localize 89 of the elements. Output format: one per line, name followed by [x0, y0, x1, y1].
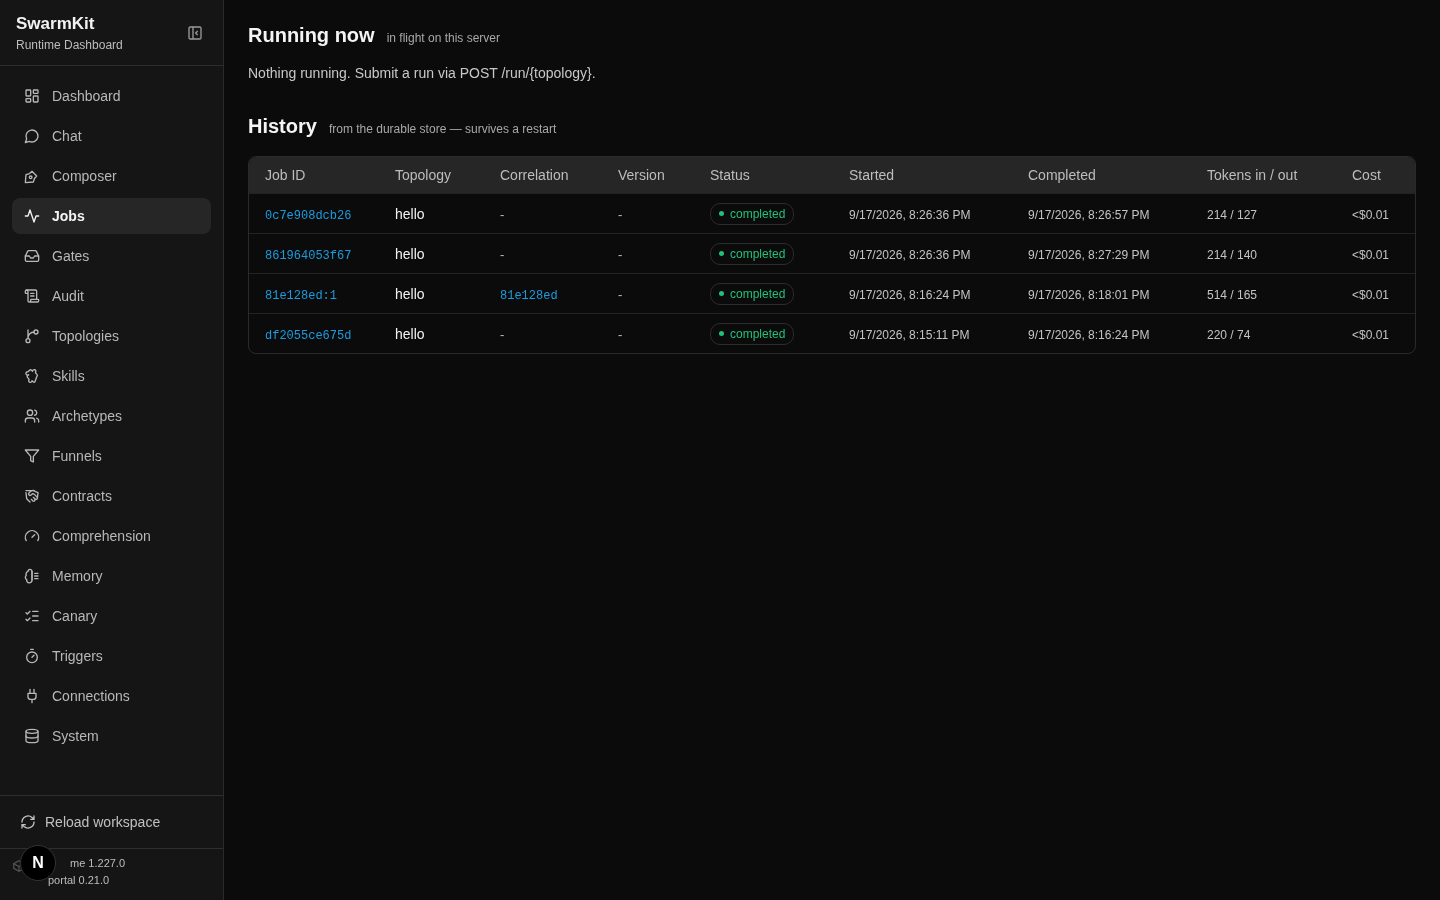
table-cell: 9/17/2026, 8:26:57 PM: [1028, 207, 1150, 222]
column-header: Correlation: [499, 167, 570, 183]
sidebar-item[interactable]: System: [12, 718, 211, 754]
status-badge: completed: [710, 322, 795, 345]
runtime-version: me 1.227.0: [70, 857, 126, 869]
sidebar-item[interactable]: Topologies: [12, 318, 211, 354]
job-id-link[interactable]: 861964053f67: [265, 248, 352, 263]
table-cell: 220 / 74: [1207, 327, 1251, 342]
timer-icon: [24, 648, 40, 664]
table-cell: 9/17/2026, 8:27:29 PM: [1028, 247, 1150, 262]
database-icon: [24, 728, 40, 744]
sidebar-item[interactable]: Dashboard: [12, 78, 211, 114]
table-cell: -: [618, 246, 623, 262]
status-badge: completed: [710, 282, 795, 305]
table-cell: hello: [395, 245, 425, 262]
sidebar-item[interactable]: Comprehension: [12, 518, 211, 554]
table-cell: <$0.01: [1352, 327, 1390, 342]
table-cell: -: [500, 326, 505, 342]
table-cell: -: [500, 246, 505, 262]
sidebar-item[interactable]: Connections: [12, 678, 211, 714]
table-cell: <$0.01: [1352, 287, 1390, 302]
sidebar-item[interactable]: Archetypes: [12, 398, 211, 434]
table-cell: 9/17/2026, 8:18:01 PM: [1028, 287, 1150, 302]
sidebar-item[interactable]: Memory: [12, 558, 211, 594]
status-badge: completed: [710, 242, 795, 265]
sidebar-item[interactable]: Chat: [12, 118, 211, 154]
plug-icon: [24, 688, 40, 704]
section-subtitle: from the durable store — survives a restart: [328, 122, 557, 136]
table-cell: <$0.01: [1352, 247, 1390, 262]
sidebar-item[interactable]: Triggers: [12, 638, 211, 674]
pulse-icon: [24, 208, 40, 224]
branch-icon: [24, 328, 40, 344]
sidebar-item[interactable]: Jobs: [12, 198, 211, 234]
job-id-link[interactable]: 81e128ed:1: [265, 288, 337, 303]
job-id-link[interactable]: 0c7e908dcb26: [265, 208, 352, 223]
table-cell: 9/17/2026, 8:16:24 PM: [849, 287, 971, 302]
pen-nib-icon: [24, 168, 40, 184]
inbox-icon: [24, 248, 40, 264]
table-cell: -: [618, 286, 623, 302]
empty-message: Nothing running. Submit a run via POST /run/{topology}.: [248, 65, 597, 81]
table-cell: <$0.01: [1352, 207, 1390, 222]
column-header: Topology: [394, 167, 453, 183]
gauge-icon: [24, 528, 40, 544]
section-title: Running now: [248, 24, 375, 47]
scroll-icon: [24, 288, 40, 304]
column-header: Version: [617, 167, 666, 183]
sidebar-item[interactable]: Gates: [12, 238, 211, 274]
table-cell: hello: [395, 205, 425, 222]
filter-icon: [24, 448, 40, 464]
collapse-sidebar-icon[interactable]: [187, 25, 203, 41]
checklist-icon: [24, 608, 40, 624]
table-cell: -: [618, 206, 623, 222]
status-badge: completed: [710, 202, 795, 225]
grid-icon: [24, 88, 40, 104]
brand-subtitle: Runtime Dashboard: [16, 38, 123, 52]
job-id-link[interactable]: df2055ce675d: [265, 328, 352, 343]
table-cell: 514 / 165: [1207, 287, 1258, 302]
table-cell: 9/17/2026, 8:16:24 PM: [1028, 327, 1150, 342]
brand-name: SwarmKit: [16, 14, 96, 34]
table-cell: 9/17/2026, 8:26:36 PM: [849, 247, 971, 262]
sidebar-item[interactable]: Funnels: [12, 438, 211, 474]
table-cell: 9/17/2026, 8:15:11 PM: [849, 327, 970, 342]
column-header: Cost: [1351, 167, 1382, 183]
table-cell: -: [500, 206, 505, 222]
people-icon: [24, 408, 40, 424]
sidebar-item[interactable]: Contracts: [12, 478, 211, 514]
refresh-icon: [20, 814, 36, 830]
table-cell: hello: [395, 285, 425, 302]
section-subtitle: in flight on this server: [386, 31, 501, 45]
sidebar-item[interactable]: Composer: [12, 158, 211, 194]
section-title: History: [248, 115, 317, 138]
column-header: Started: [848, 167, 896, 183]
table-cell: 214 / 127: [1207, 207, 1258, 222]
column-header: Completed: [1027, 167, 1097, 183]
reload-workspace-button[interactable]: Reload workspace: [8, 808, 215, 836]
column-header: Status: [709, 167, 751, 183]
table-cell: -: [618, 326, 623, 342]
column-header: Tokens in / out: [1206, 167, 1299, 183]
chat-bubble-icon: [24, 128, 40, 144]
correlation-link[interactable]: 81e128ed: [500, 288, 558, 303]
brain-icon: [24, 568, 40, 584]
table-cell: 9/17/2026, 8:26:36 PM: [849, 207, 971, 222]
sidebar-item[interactable]: Audit: [12, 278, 211, 314]
handshake-icon: [24, 488, 40, 504]
column-header: Job ID: [264, 167, 307, 183]
sidebar-item[interactable]: Canary: [12, 598, 211, 634]
table-cell: hello: [395, 325, 425, 342]
sidebar-item[interactable]: Skills: [12, 358, 211, 394]
table-cell: 214 / 140: [1207, 247, 1258, 262]
